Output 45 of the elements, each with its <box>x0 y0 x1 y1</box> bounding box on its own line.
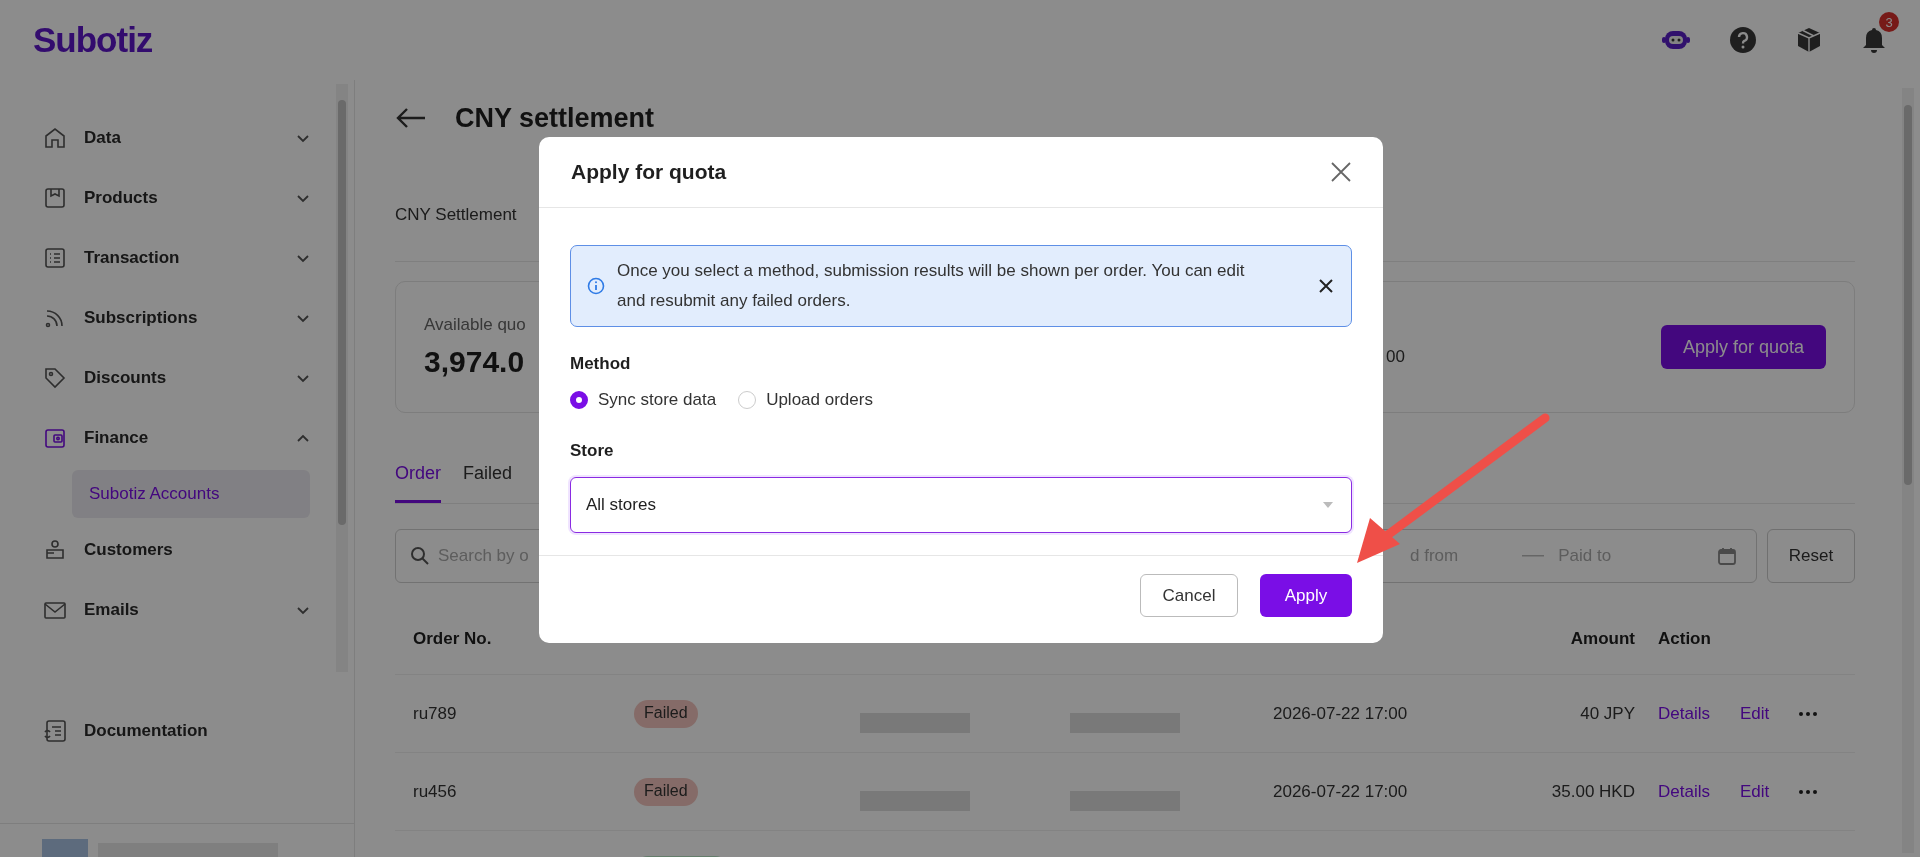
sidebar-item[interactable]: Transaction <box>0 228 310 288</box>
field-label: Store <box>570 441 614 461</box>
radio-option[interactable]: Upload orders <box>738 390 873 410</box>
quota-amount: 3,974.0 <box>424 345 525 379</box>
reset-button[interactable]: Reset <box>1767 529 1855 583</box>
sidebar-item[interactable]: Discounts <box>0 348 310 408</box>
logo: Subotiz <box>33 20 153 60</box>
status-badge: Failed <box>634 699 698 728</box>
column-header: Action <box>1657 629 1712 649</box>
store-select[interactable]: All stores <box>570 477 1352 533</box>
section-tab[interactable]: CNY Settlement <box>395 204 517 225</box>
sidebar-item[interactable]: Documentation <box>0 701 310 761</box>
quota-label: Available quo <box>424 315 526 335</box>
tab[interactable]: Order <box>395 463 441 503</box>
dialog-title: Apply for quota <box>571 160 727 184</box>
table-cell-text: ru789 <box>412 703 458 724</box>
notice-text: Once you select a method, submission results will be shown per order. You can edit and resubmit any failed orders. <box>617 260 1246 312</box>
table-cell-text: ru456 <box>412 781 458 802</box>
quota-value: 00 <box>1386 347 1406 367</box>
sidebar-item[interactable]: Emails <box>0 580 310 640</box>
action-link[interactable]: Edit <box>1739 781 1770 802</box>
column-header: Order No. <box>412 629 493 649</box>
sidebar-item[interactable]: Data <box>0 108 310 168</box>
table-cell-text: 35.00 HKD <box>1550 781 1636 802</box>
apply-quota-button[interactable]: Apply for quota <box>1660 325 1826 369</box>
sidebar-subitem[interactable]: Subotiz Accounts <box>72 470 310 518</box>
sidebar-item[interactable]: Products <box>0 168 310 228</box>
sidebar-item[interactable]: Customers <box>0 520 310 580</box>
table-cell-text: 2026-07-22 17:00 <box>1272 703 1409 724</box>
cancel-button[interactable]: Cancel <box>1140 574 1238 617</box>
radio-option[interactable]: Sync store data <box>570 390 717 410</box>
column-header: Amount <box>1569 629 1636 649</box>
field-label: Method <box>570 354 631 374</box>
notification-badge: 3 <box>1879 12 1899 32</box>
sidebar-item[interactable]: Subscriptions <box>0 288 310 348</box>
sidebar-item[interactable]: Finance <box>0 408 310 468</box>
action-link[interactable]: Details <box>1658 703 1710 724</box>
tab[interactable]: Failed <box>463 463 513 503</box>
status-badge: Failed <box>634 777 698 806</box>
page-title: CNY settlement <box>455 102 655 134</box>
action-link[interactable]: Edit <box>1739 703 1770 724</box>
table-cell-text: 40 JPY <box>1579 703 1636 724</box>
action-link[interactable]: Details <box>1658 781 1710 802</box>
table-cell-text: 2026-07-22 17:00 <box>1272 781 1409 802</box>
apply-button[interactable]: Apply <box>1260 574 1352 617</box>
